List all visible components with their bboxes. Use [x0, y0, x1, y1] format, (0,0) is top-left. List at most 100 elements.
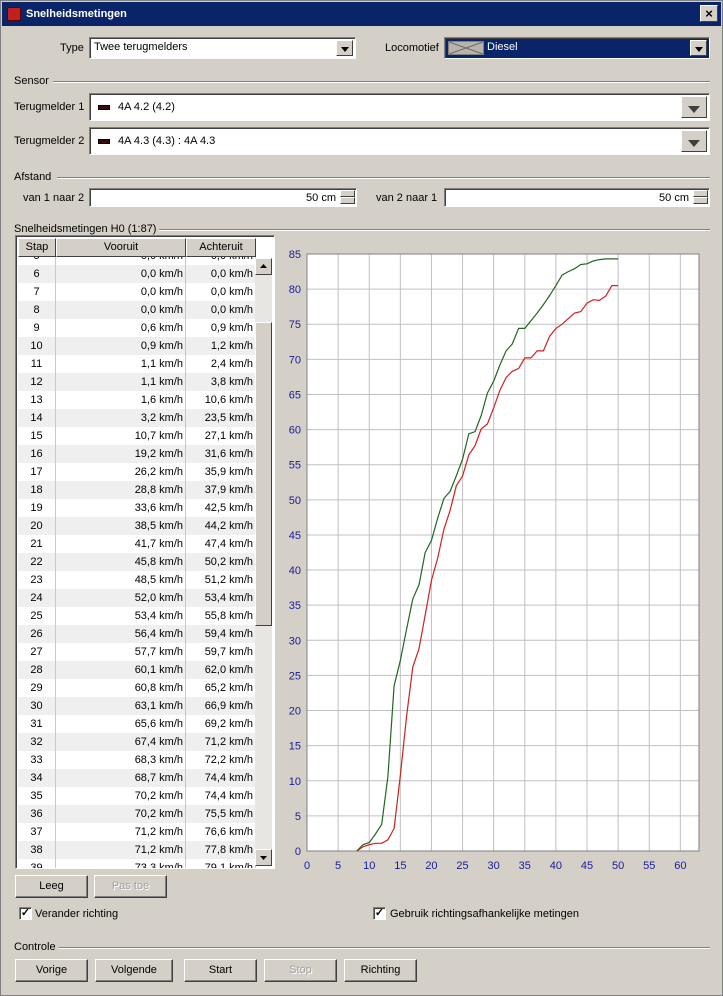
table-row[interactable]: 21 41,7 km/h 47,4 km/h: [18, 535, 256, 553]
cell-forward: 68,7 km/h: [56, 769, 186, 787]
reverse-direction-checkbox[interactable]: ✓: [19, 907, 32, 920]
table-row[interactable]: 20 38,5 km/h 44,2 km/h: [18, 517, 256, 535]
cell-forward: 26,2 km/h: [56, 463, 186, 481]
table-row[interactable]: 22 45,8 km/h 50,2 km/h: [18, 553, 256, 571]
apply-button[interactable]: Pas toe: [94, 875, 167, 898]
close-button[interactable]: ×: [700, 5, 718, 22]
spin-down-icon[interactable]: [693, 197, 708, 204]
table-row[interactable]: 15 10,7 km/h 27,1 km/h: [18, 427, 256, 445]
y-tick-label: 80: [289, 284, 301, 296]
table-row[interactable]: 23 48,5 km/h 51,2 km/h: [18, 571, 256, 589]
direction-dependent-checkbox[interactable]: ✓: [373, 907, 386, 920]
table-row[interactable]: 6 0,0 km/h 0,0 km/h: [18, 265, 256, 283]
table-row[interactable]: 35 70,2 km/h 74,4 km/h: [18, 787, 256, 805]
table-row[interactable]: 31 65,6 km/h 69,2 km/h: [18, 715, 256, 733]
type-select[interactable]: Twee terugmelders: [89, 37, 356, 59]
distance-heading: Afstand: [14, 171, 52, 183]
table-row[interactable]: 27 57,7 km/h 59,7 km/h: [18, 643, 256, 661]
measurements-divider: [159, 229, 710, 231]
cell-backward: 44,2 km/h: [186, 517, 256, 535]
distance-1-2-input[interactable]: 50 cm: [89, 188, 357, 207]
table-row[interactable]: 19 33,6 km/h 42,5 km/h: [18, 499, 256, 517]
table-row[interactable]: 36 70,2 km/h 75,5 km/h: [18, 805, 256, 823]
plot-area: [306, 253, 700, 852]
table-row[interactable]: 7 0,0 km/h 0,0 km/h: [18, 283, 256, 301]
cell-backward: 0,9 km/h: [186, 319, 256, 337]
table-row[interactable]: 38 71,2 km/h 77,8 km/h: [18, 841, 256, 859]
y-tick-label: 5: [295, 811, 301, 823]
table-row[interactable]: 34 68,7 km/h 74,4 km/h: [18, 769, 256, 787]
x-tick-label: 20: [425, 860, 437, 872]
cell-step: 14: [18, 409, 56, 427]
table-row[interactable]: 32 67,4 km/h 71,2 km/h: [18, 733, 256, 751]
column-header-step[interactable]: Stap: [18, 238, 56, 257]
table-row[interactable]: 39 73,3 km/h 79,1 km/h: [18, 859, 256, 868]
next-button[interactable]: Volgende: [95, 959, 173, 982]
feedback2-select[interactable]: 4A 4.3 (4.3) : 4A 4.3: [89, 127, 710, 155]
scroll-thumb[interactable]: [255, 322, 272, 626]
spin-down-icon[interactable]: [340, 197, 355, 204]
y-tick-label: 20: [289, 706, 301, 718]
table-row[interactable]: 29 60,8 km/h 65,2 km/h: [18, 679, 256, 697]
table-row[interactable]: 14 3,2 km/h 23,5 km/h: [18, 409, 256, 427]
table-row[interactable]: 12 1,1 km/h 3,8 km/h: [18, 373, 256, 391]
cell-forward: 0,0 km/h: [56, 265, 186, 283]
table-row[interactable]: 13 1,6 km/h 10,6 km/h: [18, 391, 256, 409]
y-tick-label: 60: [289, 425, 301, 437]
scroll-up-button[interactable]: [255, 258, 272, 275]
column-header-backward[interactable]: Achteruit: [186, 238, 256, 257]
table-row[interactable]: 17 26,2 km/h 35,9 km/h: [18, 463, 256, 481]
table-row[interactable]: 24 52,0 km/h 53,4 km/h: [18, 589, 256, 607]
column-header-forward[interactable]: Vooruit: [56, 238, 186, 257]
table-row[interactable]: 10 0,9 km/h 1,2 km/h: [18, 337, 256, 355]
chevron-down-icon[interactable]: [681, 130, 707, 152]
chevron-down-icon[interactable]: [336, 40, 353, 56]
cell-step: 13: [18, 391, 56, 409]
table-row[interactable]: 25 53,4 km/h 55,8 km/h: [18, 607, 256, 625]
cell-step: 38: [18, 841, 56, 859]
table-row[interactable]: 33 68,3 km/h 72,2 km/h: [18, 751, 256, 769]
cell-backward: 47,4 km/h: [186, 535, 256, 553]
cell-forward: 70,2 km/h: [56, 805, 186, 823]
table-row[interactable]: 30 63,1 km/h 66,9 km/h: [18, 697, 256, 715]
cell-backward: 2,4 km/h: [186, 355, 256, 373]
y-tick-label: 50: [289, 495, 301, 507]
locomotive-select[interactable]: Diesel: [444, 37, 710, 59]
table-row[interactable]: 8 0,0 km/h 0,0 km/h: [18, 301, 256, 319]
cell-backward: 76,6 km/h: [186, 823, 256, 841]
table-row[interactable]: 26 56,4 km/h 59,4 km/h: [18, 625, 256, 643]
table-row[interactable]: 16 19,2 km/h 31,6 km/h: [18, 445, 256, 463]
cell-backward: 3,8 km/h: [186, 373, 256, 391]
table-row[interactable]: 11 1,1 km/h 2,4 km/h: [18, 355, 256, 373]
clear-button[interactable]: Leeg: [15, 875, 88, 898]
feedback2-text: 4A 4.3 (4.3) : 4A 4.3: [98, 135, 215, 147]
measurements-table[interactable]: 50,0 km/h0,0 km/h60,0 km/h0,0 km/h70,0 k…: [15, 235, 275, 869]
x-tick-label: 50: [612, 860, 624, 872]
x-tick-label: 30: [488, 860, 500, 872]
spin-up-icon[interactable]: [693, 190, 708, 197]
cell-forward: 33,6 km/h: [56, 499, 186, 517]
distance-2-1-input[interactable]: 50 cm: [444, 188, 710, 207]
chevron-down-icon[interactable]: [690, 40, 707, 56]
cell-step: 8: [18, 301, 56, 319]
cell-backward: 65,2 km/h: [186, 679, 256, 697]
scroll-down-button[interactable]: [255, 849, 272, 866]
cell-step: 23: [18, 571, 56, 589]
feedback1-select[interactable]: 4A 4.2 (4.2): [89, 93, 710, 121]
cell-backward: 79,1 km/h: [186, 859, 256, 868]
direction-button[interactable]: Richting: [344, 959, 417, 982]
cell-backward: 51,2 km/h: [186, 571, 256, 589]
stop-button[interactable]: Stop: [264, 959, 337, 982]
chevron-down-icon[interactable]: [681, 96, 707, 118]
vertical-scrollbar[interactable]: [255, 258, 272, 866]
table-row[interactable]: 28 60,1 km/h 62,0 km/h: [18, 661, 256, 679]
previous-button[interactable]: Vorige: [15, 959, 88, 982]
table-row[interactable]: 9 0,6 km/h 0,9 km/h: [18, 319, 256, 337]
table-row[interactable]: 18 28,8 km/h 37,9 km/h: [18, 481, 256, 499]
title-bar[interactable]: Snelheidsmetingen ×: [2, 2, 721, 26]
start-button[interactable]: Start: [184, 959, 257, 982]
spin-up-icon[interactable]: [340, 190, 355, 197]
table-row[interactable]: 37 71,2 km/h 76,6 km/h: [18, 823, 256, 841]
y-tick-label: 45: [289, 530, 301, 542]
type-label: Type: [60, 42, 84, 54]
